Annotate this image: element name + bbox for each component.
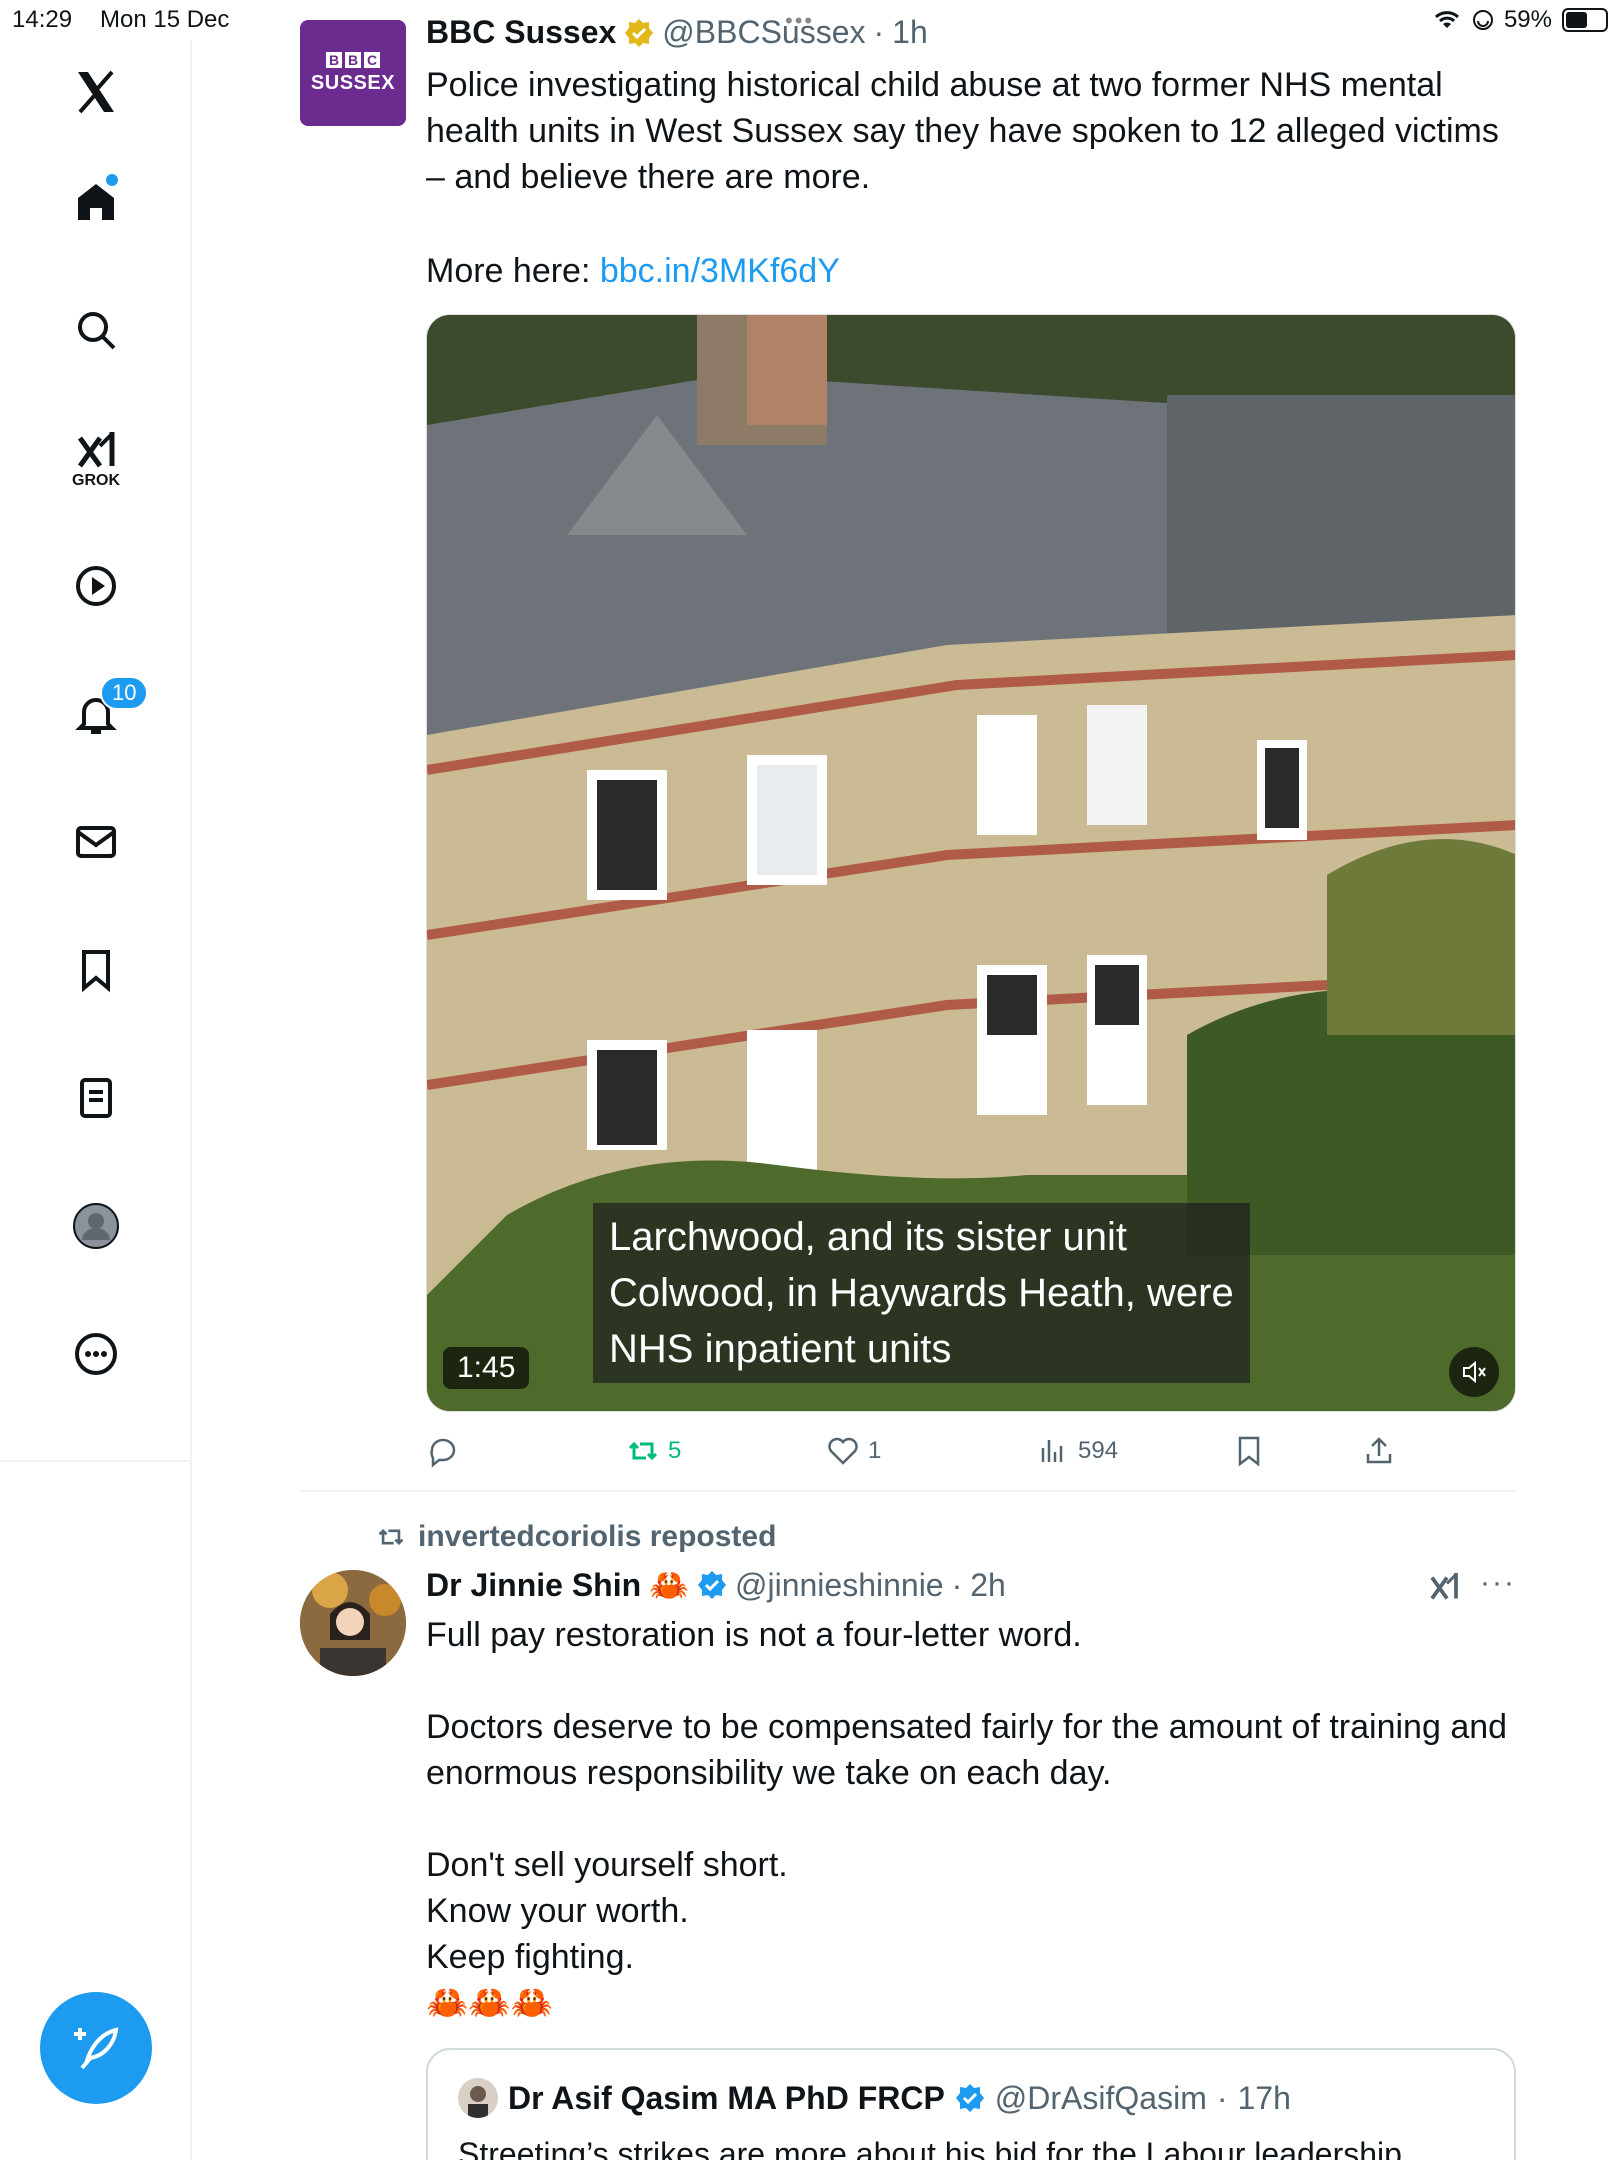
quote-time: 17h (1237, 2079, 1291, 2116)
quote-header: Dr Asif Qasim MA PhD FRCP @DrAsifQasim ·… (458, 2078, 1291, 2118)
author-handle[interactable]: @BBCSussex (662, 14, 865, 51)
bookmark-icon (1238, 1436, 1260, 1467)
retweet-count: 5 (668, 1437, 682, 1464)
views-count: 594 (1078, 1437, 1119, 1464)
crab-emoji: 🦀 (649, 1567, 689, 1603)
sidebar-item-messages[interactable] (64, 810, 128, 874)
tweet-more-line: More here: bbc.in/3MKf6dY (426, 248, 1516, 294)
dot-separator: · (951, 1566, 963, 1603)
quote-author-handle: @DrAsifQasim (994, 2079, 1207, 2116)
more-circle-icon (75, 1333, 117, 1375)
profile-avatar-icon (73, 1203, 119, 1249)
tweet-time[interactable]: 2h (970, 1567, 1006, 1604)
asif-qasim-avatar (458, 2078, 498, 2118)
video-duration: 1:45 (443, 1347, 530, 1389)
heart-icon (828, 1437, 858, 1465)
author-name[interactable]: Dr Jinnie Shin (426, 1567, 641, 1604)
grok-label: GROK (72, 472, 120, 489)
reposted-by-label[interactable]: invertedcoriolis reposted (418, 1520, 776, 1554)
sidebar-item-profile[interactable] (64, 1194, 128, 1258)
home-unread-dot (106, 174, 118, 186)
battery-icon (1562, 8, 1608, 32)
sidebar-item-video[interactable] (64, 554, 128, 618)
jinnie-shin-avatar[interactable] (300, 1570, 406, 1676)
tweet-header: BBC Sussex @BBCSussex · 1h (426, 14, 928, 51)
avatar-photo (300, 1570, 406, 1676)
mute-button[interactable] (1449, 1347, 1499, 1397)
share-button[interactable] (1362, 1428, 1396, 1474)
reply-button[interactable] (426, 1428, 468, 1474)
sidebar-item-search[interactable] (64, 298, 128, 362)
views-button[interactable]: 594 (1036, 1428, 1118, 1474)
status-time: 14:29 (12, 6, 73, 33)
sidebar: GROK 10 (0, 40, 192, 2160)
bbc-logo-blocks: B B C (326, 51, 380, 68)
tweet-link[interactable]: bbc.in/3MKf6dY (600, 252, 840, 290)
bbc-sussex-label: SUSSEX (310, 71, 396, 94)
compose-post-button[interactable] (40, 1992, 152, 2104)
search-icon (78, 312, 116, 350)
dot-separator: · (873, 14, 885, 50)
sidebar-divider (0, 1460, 192, 1462)
tweet-text: Full pay restoration is not a four-lette… (426, 1616, 1508, 2022)
author-handle[interactable]: @jinnieshinnie (735, 1567, 944, 1604)
list-icon (80, 1078, 112, 1118)
bookmark-icon (82, 950, 110, 993)
tweet-actions: 5 1 594 (426, 1428, 1516, 1474)
sidebar-item-more[interactable] (64, 1322, 128, 1386)
sidebar-item-bookmarks[interactable] (64, 938, 128, 1002)
grok-explain-icon[interactable] (1426, 1570, 1462, 1606)
bbc-block-c: C (364, 51, 380, 68)
like-button[interactable]: 1 (826, 1428, 881, 1474)
quote-author-name: Dr Asif Qasim MA PhD FRCP (508, 2079, 945, 2116)
sidebar-item-lists[interactable] (64, 1066, 128, 1130)
retweet-button[interactable]: 5 (626, 1428, 681, 1474)
quoted-tweet[interactable]: Dr Asif Qasim MA PhD FRCP @DrAsifQasim ·… (426, 2048, 1516, 2160)
speaker-muted-icon (1463, 1360, 1486, 1384)
verified-gold-badge-icon (625, 18, 654, 47)
bookmark-button[interactable] (1232, 1428, 1266, 1474)
share-icon (1366, 1437, 1392, 1464)
tweet-text: Police investigating historical child ab… (426, 66, 1499, 196)
tweet-video[interactable]: Larchwood, and its sister unit Colwood, … (426, 314, 1516, 1412)
feather-plus-icon (74, 2027, 119, 2070)
repost-indicator: invertedcoriolis reposted (376, 1520, 776, 1554)
sidebar-item-home[interactable] (64, 170, 128, 234)
battery-level (1566, 12, 1587, 28)
like-count: 1 (868, 1437, 882, 1464)
bbc-sussex-avatar[interactable]: B B C SUSSEX (300, 20, 406, 126)
quote-text: Streeting’s strikes are more about his b… (458, 2136, 1402, 2160)
video-caption: Larchwood, and its sister unit Colwood, … (593, 1203, 1250, 1383)
sidebar-item-notifications[interactable]: 10 (64, 676, 149, 746)
retweet-icon (378, 1528, 404, 1546)
play-icon (76, 566, 116, 606)
verified-blue-badge-icon (955, 2084, 984, 2112)
wifi-icon (1434, 11, 1459, 28)
status-indicators: 59% (1432, 6, 1608, 34)
focus-mode-icon (1472, 10, 1493, 30)
views-chart-icon (1041, 1440, 1063, 1462)
notifications-badge: 10 (100, 676, 149, 710)
more-here-label: More here: (426, 252, 600, 290)
tweet-header: Dr Jinnie Shin 🦀 @jinnieshinnie · 2h (426, 1566, 1006, 1604)
battery-percent: 59% (1503, 6, 1552, 33)
grok-icon (77, 432, 115, 468)
verified-blue-badge-icon (697, 1571, 726, 1599)
bbc-block-b2: B (345, 51, 361, 68)
retweet-icon (628, 1441, 658, 1461)
bbc-block-b1: B (326, 51, 342, 68)
dot-separator: · (1216, 2079, 1228, 2116)
mail-icon (76, 826, 116, 858)
reply-icon (430, 1438, 456, 1468)
tweet-divider (300, 1490, 1516, 1492)
x-logo-icon[interactable] (64, 60, 128, 124)
more-options-icon[interactable]: ··· (1480, 1566, 1516, 1600)
sidebar-item-grok[interactable]: GROK (64, 420, 128, 489)
tweet-time[interactable]: 1h (892, 14, 928, 51)
status-date: Mon 15 Dec (100, 6, 230, 33)
author-name[interactable]: BBC Sussex (426, 14, 616, 51)
